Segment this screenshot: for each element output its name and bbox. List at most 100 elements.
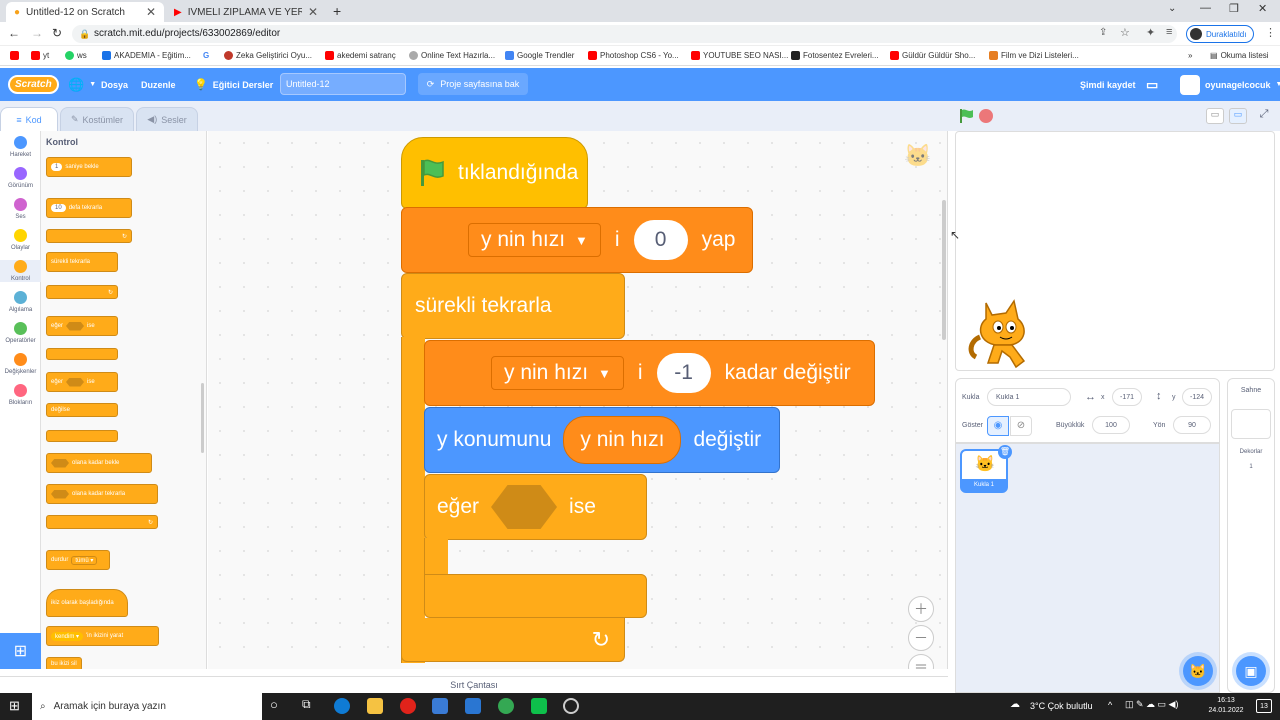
reading-list[interactable]: ▤ Okuma listesi (1210, 51, 1269, 60)
language-menu[interactable]: 🌐 ▼ (68, 68, 96, 101)
profile-button[interactable]: Duraklatıldı (1186, 25, 1254, 43)
edge-icon[interactable] (334, 698, 350, 714)
forward-icon[interactable]: → (31, 26, 43, 40)
script-workspace[interactable]: tıklandığında y nin hızı ▼ i 0 yap sürekl… (208, 131, 948, 669)
change-value-input[interactable]: -1 (656, 353, 711, 393)
task-view-icon[interactable]: ⧉ (302, 697, 311, 712)
when-flag-clicked-block[interactable]: tıklandığında (401, 137, 588, 209)
hide-eye-icon[interactable]: ⊘ (1010, 416, 1032, 436)
bookmark-item[interactable]: yt (31, 51, 49, 60)
bookmark-star-icon[interactable]: ☆ (1120, 26, 1130, 39)
backpack-bar[interactable]: Sırt Çantası (0, 676, 948, 692)
category-operators[interactable]: Operatörler (0, 322, 41, 344)
category-looks[interactable]: Görünüm (0, 167, 41, 189)
forever-block[interactable]: sürekli tekrarla (46, 252, 118, 272)
show-eye-icon[interactable]: ◉ (987, 416, 1009, 436)
x-position-input[interactable] (1112, 388, 1142, 406)
zoom-reset-icon[interactable]: ＝ (908, 654, 934, 669)
zoom-out-icon[interactable]: － (908, 625, 934, 651)
bookmark-item[interactable]: ws (65, 51, 87, 60)
bookmark-item[interactable]: YOUTUBE SEO NASI... (691, 51, 788, 60)
workspace-scrollbar[interactable] (942, 200, 946, 340)
stop-dropdown[interactable]: tümü ▾ (71, 555, 98, 565)
bookmark-item[interactable]: Photoshop CS6 - Yo... (588, 51, 679, 60)
change-variable-block[interactable]: y nin hızı ▼ i -1 kadar değiştir (424, 340, 875, 406)
back-icon[interactable]: ← (8, 26, 20, 40)
extensions-icon[interactable]: ✦ (1146, 26, 1155, 39)
notification-center-icon[interactable]: 13 (1256, 699, 1272, 713)
bookmark-item[interactable]: AKADEMIA - Eğitim... (102, 51, 191, 60)
bookmark-item[interactable]: Fotosentez Evreleri... (791, 51, 879, 60)
tab-costumes[interactable]: ✎ Kostümler (60, 107, 134, 131)
tab-search-icon[interactable]: ⌄ (1168, 3, 1176, 14)
category-events[interactable]: Olaylar (0, 229, 41, 251)
set-variable-block[interactable]: y nin hızı ▼ i 0 yap (401, 207, 753, 273)
tab-sounds[interactable]: ◀) Sesler (136, 107, 198, 131)
account-menu[interactable]: oyunagelcocuk ▼ (1180, 68, 1280, 101)
stage-selector[interactable]: Sahne Dekorlar 1 ▣ (1227, 378, 1275, 693)
repeat-block[interactable]: 10 defa tekrarla (46, 198, 132, 218)
sprite-name-input[interactable] (987, 388, 1071, 406)
variable-reporter[interactable]: y nin hızı (563, 416, 682, 464)
variable-dropdown[interactable]: y nin hızı ▼ (468, 223, 601, 257)
wait-until-block[interactable]: olana kadar bekle (46, 453, 152, 473)
stop-block[interactable]: durdur tümü ▾ (46, 550, 110, 570)
block-input[interactable]: 1 (51, 163, 63, 171)
maximize-icon[interactable]: ❐ (1229, 2, 1239, 15)
close-window-icon[interactable]: ✕ (1258, 2, 1267, 15)
clock[interactable]: 16:13 24.01.2022 (1202, 696, 1250, 716)
save-now-button[interactable]: Şimdi kaydet (1080, 68, 1136, 101)
stage-canvas[interactable] (955, 131, 1275, 371)
weather-text[interactable]: 3°C Çok bulutlu (1030, 701, 1093, 711)
category-myblocks[interactable]: Blokların (0, 384, 41, 406)
repeat-until-block[interactable]: olana kadar tekrarla (46, 484, 158, 504)
camtasia-icon[interactable] (531, 698, 547, 714)
condition-slot[interactable] (66, 377, 85, 387)
if-else-block[interactable]: eğer ise (46, 372, 118, 392)
more-bookmarks-icon[interactable]: » (1188, 51, 1192, 60)
stop-icon[interactable] (979, 109, 993, 123)
bookmark-google-icon[interactable]: G (203, 51, 209, 60)
category-sensing[interactable]: Algılama (0, 291, 41, 313)
large-stage-icon[interactable]: ▭ (1229, 108, 1247, 124)
bookmark-item[interactable]: Online Text Hazırla... (409, 51, 495, 60)
small-stage-icon[interactable]: ▭ (1206, 108, 1224, 124)
condition-slot[interactable] (51, 489, 69, 499)
stage-thumbnail[interactable] (1231, 409, 1271, 439)
size-input[interactable] (1092, 416, 1130, 434)
change-y-block[interactable]: y konumunu y nin hızı değiştir (424, 407, 780, 473)
see-project-page-button[interactable]: ⟳ Proje sayfasına bak (418, 73, 528, 95)
scratch-cat-sprite[interactable] (966, 297, 1036, 369)
bookmark-item[interactable]: Zeka Geliştirici Oyu... (224, 51, 312, 60)
bookmark-item[interactable]: Google Trendler (505, 51, 574, 60)
tray-chevron-icon[interactable]: ^ (1108, 700, 1112, 710)
obs-icon[interactable] (563, 698, 579, 714)
category-motion[interactable]: Hareket (0, 136, 41, 158)
bookmark-item[interactable]: akedemi satranç (325, 51, 396, 60)
category-variables[interactable]: Değişkenler (0, 353, 41, 375)
fullscreen-icon[interactable]: ⤢ (1256, 108, 1272, 124)
if-block[interactable]: eğer ise (424, 474, 647, 540)
bookmark-item[interactable]: Film ve Dizi Listeleri... (989, 51, 1079, 60)
y-position-input[interactable] (1182, 388, 1212, 406)
set-value-input[interactable]: 0 (633, 220, 688, 260)
delete-clone-block[interactable]: bu ikizi sil (46, 657, 82, 669)
add-backdrop-button[interactable]: ▣ (1236, 656, 1266, 686)
store-icon[interactable] (432, 698, 448, 714)
add-extension-button[interactable]: ⊞ (0, 633, 41, 669)
windows-start-icon[interactable]: ⊞ (9, 698, 20, 714)
scratch-logo[interactable]: Scratch (8, 68, 59, 101)
clone-start-hat-block[interactable]: ikiz olarak başladığında (46, 589, 128, 617)
add-sprite-button[interactable]: 🐱 (1183, 656, 1213, 686)
chrome-icon[interactable] (498, 698, 514, 714)
my-stuff-folder-icon[interactable]: ▭ (1146, 68, 1158, 101)
sprite-tile[interactable]: 🐱 Kukla 1 🗑 (960, 445, 1012, 493)
file-menu[interactable]: Dosya (101, 68, 128, 101)
bookmark-item[interactable]: Güldür Güldür Sho... (890, 51, 975, 60)
block-input[interactable]: 10 (51, 204, 66, 212)
url-field[interactable]: 🔒 scratch.mit.edu/projects/633002869/edi… (72, 25, 1177, 43)
tray-icons[interactable]: ◫ ✎ ☁ ▭ ◀) (1125, 699, 1178, 710)
edit-menu[interactable]: Duzenle (141, 68, 176, 101)
condition-slot[interactable] (66, 321, 85, 331)
palette-scrollbar[interactable] (201, 383, 204, 453)
